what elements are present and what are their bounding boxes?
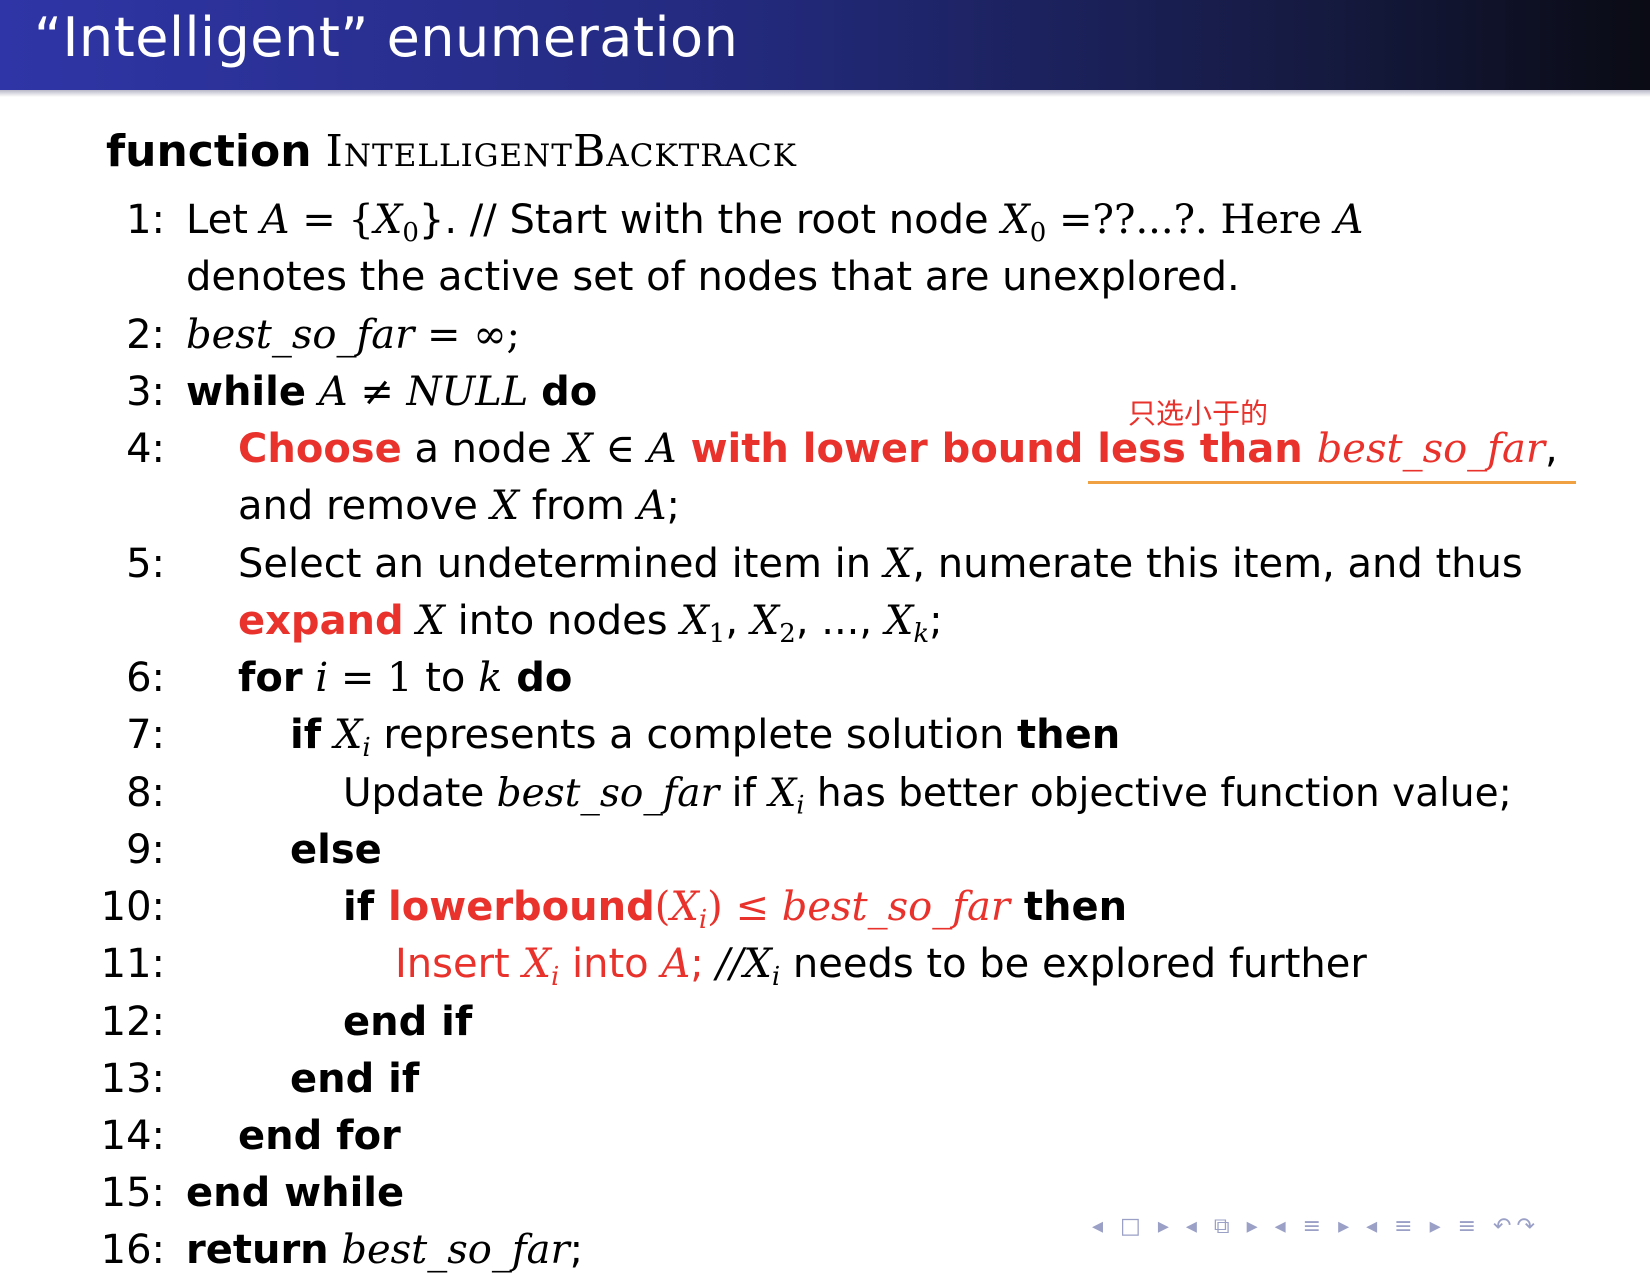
algo-line-12: 12: end if bbox=[0, 994, 1650, 1051]
line-number: 15: bbox=[100, 1170, 165, 1216]
line-number: 16: bbox=[100, 1227, 165, 1273]
beamer-navigation-icons[interactable]: ◂ □ ▸ ◂ ⧉ ▸ ◂ ≡ ▸ ◂ ≡ ▸ ≡ ↶↷ bbox=[1092, 1214, 1540, 1244]
slide-title: “Intelligent” enumeration bbox=[34, 6, 739, 69]
algo-line-8: 8: Update best_so_far if Xi has better o… bbox=[0, 765, 1650, 822]
algo-line-9: 9: else bbox=[0, 822, 1650, 879]
function-heading: function IntelligentBacktrack bbox=[106, 126, 797, 177]
line-number: 4: bbox=[126, 426, 165, 472]
algo-line-3: 3: while A ≠ NULL do bbox=[0, 364, 1650, 421]
line-number: 5: bbox=[126, 541, 165, 587]
algo-line-4-cont: and remove X from A; bbox=[238, 483, 680, 529]
line-number: 11: bbox=[100, 941, 165, 987]
slide-header: “Intelligent” enumeration bbox=[0, 0, 1650, 90]
line-number: 6: bbox=[126, 655, 165, 701]
algo-line-1: 1: Let A = {X0}. // Start with the root … bbox=[0, 192, 1650, 249]
algo-line-14: 14: end for bbox=[0, 1108, 1650, 1165]
algo-line-2: 2: best_so_far = ∞; bbox=[0, 307, 1650, 364]
line-number: 8: bbox=[126, 770, 165, 816]
line-number: 13: bbox=[100, 1056, 165, 1102]
algo-line-10: 10: if lowerbound(Xi) ≤ best_so_far then bbox=[0, 879, 1650, 936]
algo-line-5: 5: Select an undetermined item in X, num… bbox=[0, 536, 1650, 593]
line-number: 7: bbox=[126, 712, 165, 758]
line-number: 3: bbox=[126, 369, 165, 415]
line-number: 10: bbox=[100, 884, 165, 930]
algo-line-13: 13: end if bbox=[0, 1051, 1650, 1108]
algo-line-1-cont: denotes the active set of nodes that are… bbox=[186, 254, 1240, 300]
algo-line-11: 11: Insert Xi into A; //Xi needs to be e… bbox=[0, 936, 1650, 993]
line-number: 9: bbox=[126, 827, 165, 873]
function-name: IntelligentBacktrack bbox=[325, 126, 797, 177]
algo-line-5-cont: expand X into nodes X1, X2, ..., Xk; bbox=[238, 598, 943, 649]
line-number: 12: bbox=[100, 999, 165, 1045]
function-keyword: function bbox=[106, 126, 312, 177]
line-number: 1: bbox=[126, 197, 165, 243]
header-shadow bbox=[0, 90, 1650, 97]
line-number: 14: bbox=[100, 1113, 165, 1159]
algo-line-7: 7: if Xi represents a complete solution … bbox=[0, 707, 1650, 764]
line-number: 2: bbox=[126, 312, 165, 358]
algo-line-4: 4: Choose a node X ∈ A with lower bound … bbox=[0, 421, 1650, 478]
algo-line-6: 6: for i = 1 to k do bbox=[0, 650, 1650, 707]
